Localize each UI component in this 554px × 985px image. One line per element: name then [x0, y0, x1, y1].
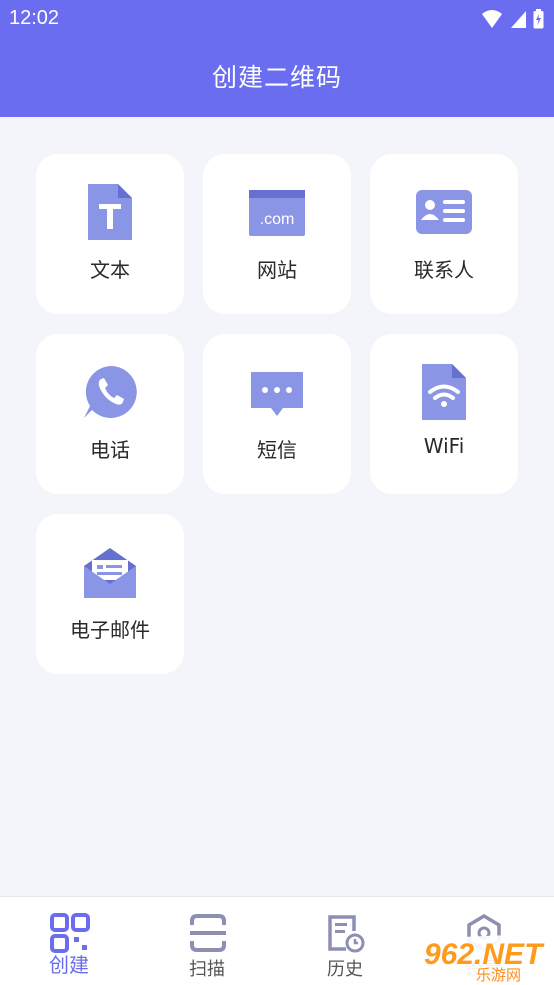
card-wifi[interactable]: WiFi [370, 334, 518, 494]
nav-label: 扫描 [189, 959, 225, 980]
nav-item-history[interactable]: 历史 [290, 897, 400, 985]
card-label: 联系人 [414, 258, 474, 282]
page-title: 创建二维码 [211, 63, 342, 92]
nav-label: 历史 [327, 959, 363, 980]
contact-card-icon [416, 190, 472, 234]
card-website[interactable]: .com 网站 [203, 154, 351, 314]
website-icon: .com [249, 190, 305, 236]
history-icon [328, 915, 365, 953]
qr-code-icon [50, 913, 90, 953]
card-text[interactable]: 文本 [36, 154, 184, 314]
card-label: WiFi [423, 434, 465, 458]
status-icons [481, 9, 544, 29]
nav-item-create[interactable]: 创建 [14, 897, 124, 985]
status-time: 12:02 [9, 7, 60, 29]
phone-icon [84, 365, 137, 418]
svg-text:.com: .com [260, 211, 295, 228]
nav-label: 创建 [49, 953, 89, 977]
email-icon [84, 548, 136, 598]
card-label: 文本 [90, 258, 130, 282]
card-label: 电话 [90, 438, 130, 462]
status-bar: 12:02 [0, 0, 554, 40]
battery-icon [533, 9, 544, 29]
wifi-document-icon [422, 364, 466, 420]
nav-item-scan[interactable]: 扫描 [152, 897, 262, 985]
watermark-logo: 962.NET 乐游网 [417, 934, 551, 984]
card-email[interactable]: 电子邮件 [36, 514, 184, 674]
card-sms[interactable]: 短信 [203, 334, 351, 494]
text-document-icon [88, 184, 132, 240]
card-phone[interactable]: 电话 [36, 334, 184, 494]
svg-text:乐游网: 乐游网 [476, 966, 521, 984]
wifi-status-icon [482, 10, 502, 28]
card-label: 电子邮件 [70, 618, 150, 642]
message-icon [251, 372, 303, 416]
signal-icon [511, 11, 526, 28]
card-contact[interactable]: 联系人 [370, 154, 518, 314]
scan-icon [190, 914, 226, 952]
card-label: 网站 [257, 258, 297, 282]
card-label: 短信 [257, 438, 297, 462]
app-header: 12:02 创建二维码 [0, 0, 554, 117]
